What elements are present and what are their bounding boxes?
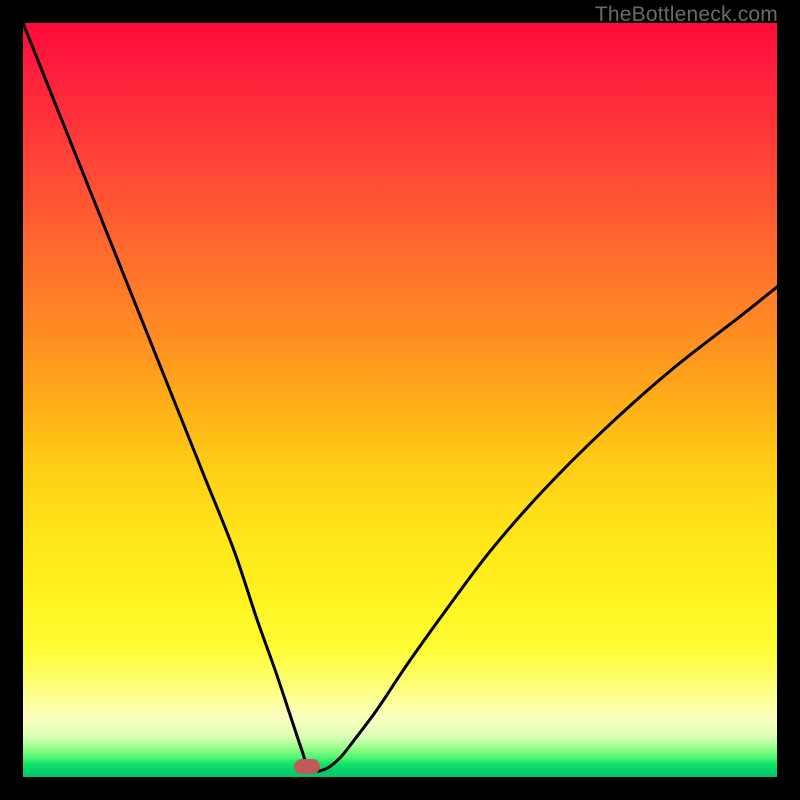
chart-frame: TheBottleneck.com [0, 0, 800, 800]
plot-area [23, 23, 777, 777]
bottleneck-marker [294, 759, 320, 774]
curve-line [23, 23, 777, 777]
